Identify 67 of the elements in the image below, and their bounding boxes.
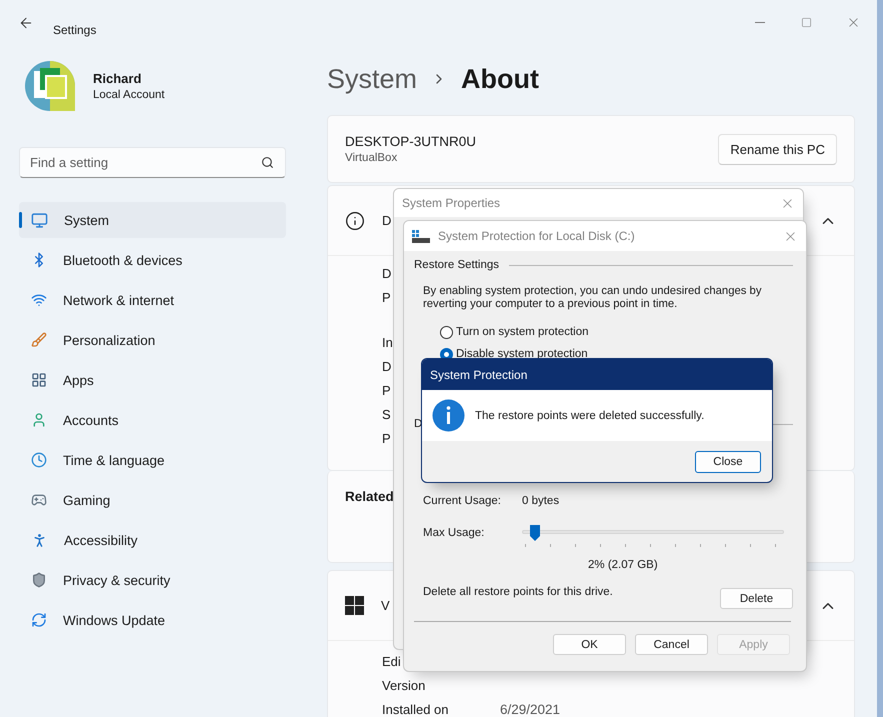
person-icon: [31, 412, 47, 428]
wifi-icon: [31, 292, 47, 308]
dialog-title: System Properties: [402, 196, 500, 210]
radio-option[interactable]: Turn on system protection: [440, 324, 589, 340]
message-box-title: System Protection: [422, 359, 772, 390]
nav-item[interactable]: Accounts: [19, 402, 286, 438]
account-type: Local Account: [93, 89, 165, 101]
search-icon: [261, 156, 274, 169]
windows-logo-icon: [345, 596, 364, 615]
clock-icon: [31, 452, 47, 468]
delete-description: Delete all restore points for this drive.: [423, 586, 613, 598]
gamepad-icon: [31, 492, 47, 508]
page-title: About: [461, 64, 539, 94]
pc-name: DESKTOP-3UTNR0U: [345, 134, 476, 149]
section-title: Related: [345, 489, 394, 504]
nav-item[interactable]: Privacy & security: [19, 562, 286, 598]
nav-item[interactable]: Personalization: [19, 322, 286, 358]
nav-item[interactable]: Bluetooth & devices: [19, 242, 286, 278]
refresh-icon: [31, 612, 47, 628]
section-title: V: [381, 598, 390, 613]
spec-label: P: [382, 430, 391, 446]
nav-item[interactable]: Apps: [19, 362, 286, 398]
spec-label: D: [382, 358, 392, 374]
dialog-button[interactable]: OK: [553, 634, 626, 655]
group-label: Restore Settings: [414, 259, 500, 271]
field-value: 0 bytes: [522, 495, 560, 507]
field-label: Current Usage:: [423, 495, 502, 507]
spec-label: P: [382, 290, 391, 304]
monitor-icon: [31, 212, 48, 228]
pc-model: VirtualBox: [345, 152, 398, 164]
nav-item[interactable]: Windows Update: [19, 602, 286, 638]
spec-label: S: [382, 406, 391, 422]
spec-label: D: [382, 266, 392, 280]
usage-reading: 2% (2.07 GB): [588, 559, 658, 571]
shield-icon: [31, 572, 47, 588]
info-icon: [432, 399, 465, 432]
spec-label: Version: [382, 678, 426, 692]
nav-item[interactable]: Accessibility: [19, 522, 286, 558]
apps-icon: [31, 372, 47, 388]
maximize-icon: [801, 16, 812, 28]
avatar: [24, 60, 76, 112]
dialog-title: System Protection for Local Disk (C:): [438, 229, 635, 243]
section-title: D: [382, 213, 392, 228]
dialog-button[interactable]: Cancel: [635, 634, 708, 655]
spec-label: P: [382, 382, 391, 398]
nav-item[interactable]: Gaming: [19, 482, 286, 518]
nav-item[interactable]: Time & language: [19, 442, 286, 478]
field-label: Max Usage:: [423, 527, 486, 539]
delete-button[interactable]: Delete: [720, 588, 793, 609]
message-text: The restore points were deleted successfully.: [475, 410, 704, 422]
breadcrumb-link[interactable]: System: [327, 64, 418, 94]
user-name: Richard: [93, 71, 142, 86]
window-title: Settings: [53, 22, 96, 36]
nav-item[interactable]: Network & internet: [19, 282, 286, 318]
spec-label: Installed on: [382, 702, 448, 716]
drive-icon: [412, 230, 430, 242]
description-text: By enabling system protection, you can undo undesired changes by reverting your computer to a previous point in time.: [423, 285, 762, 311]
nav-item[interactable]: System: [19, 202, 286, 238]
brush-icon: [31, 332, 47, 348]
spec-label: Edi: [382, 654, 401, 668]
slider-thumb[interactable]: [529, 524, 541, 542]
spec-value: 6/29/2021: [500, 702, 562, 716]
search-field[interactable]: Find a setting: [19, 147, 286, 178]
rename-button[interactable]: Rename this PC: [718, 134, 837, 164]
spec-label: In: [382, 334, 393, 350]
close-dialog-button[interactable]: Close: [695, 450, 761, 472]
info-icon: [345, 210, 365, 230]
